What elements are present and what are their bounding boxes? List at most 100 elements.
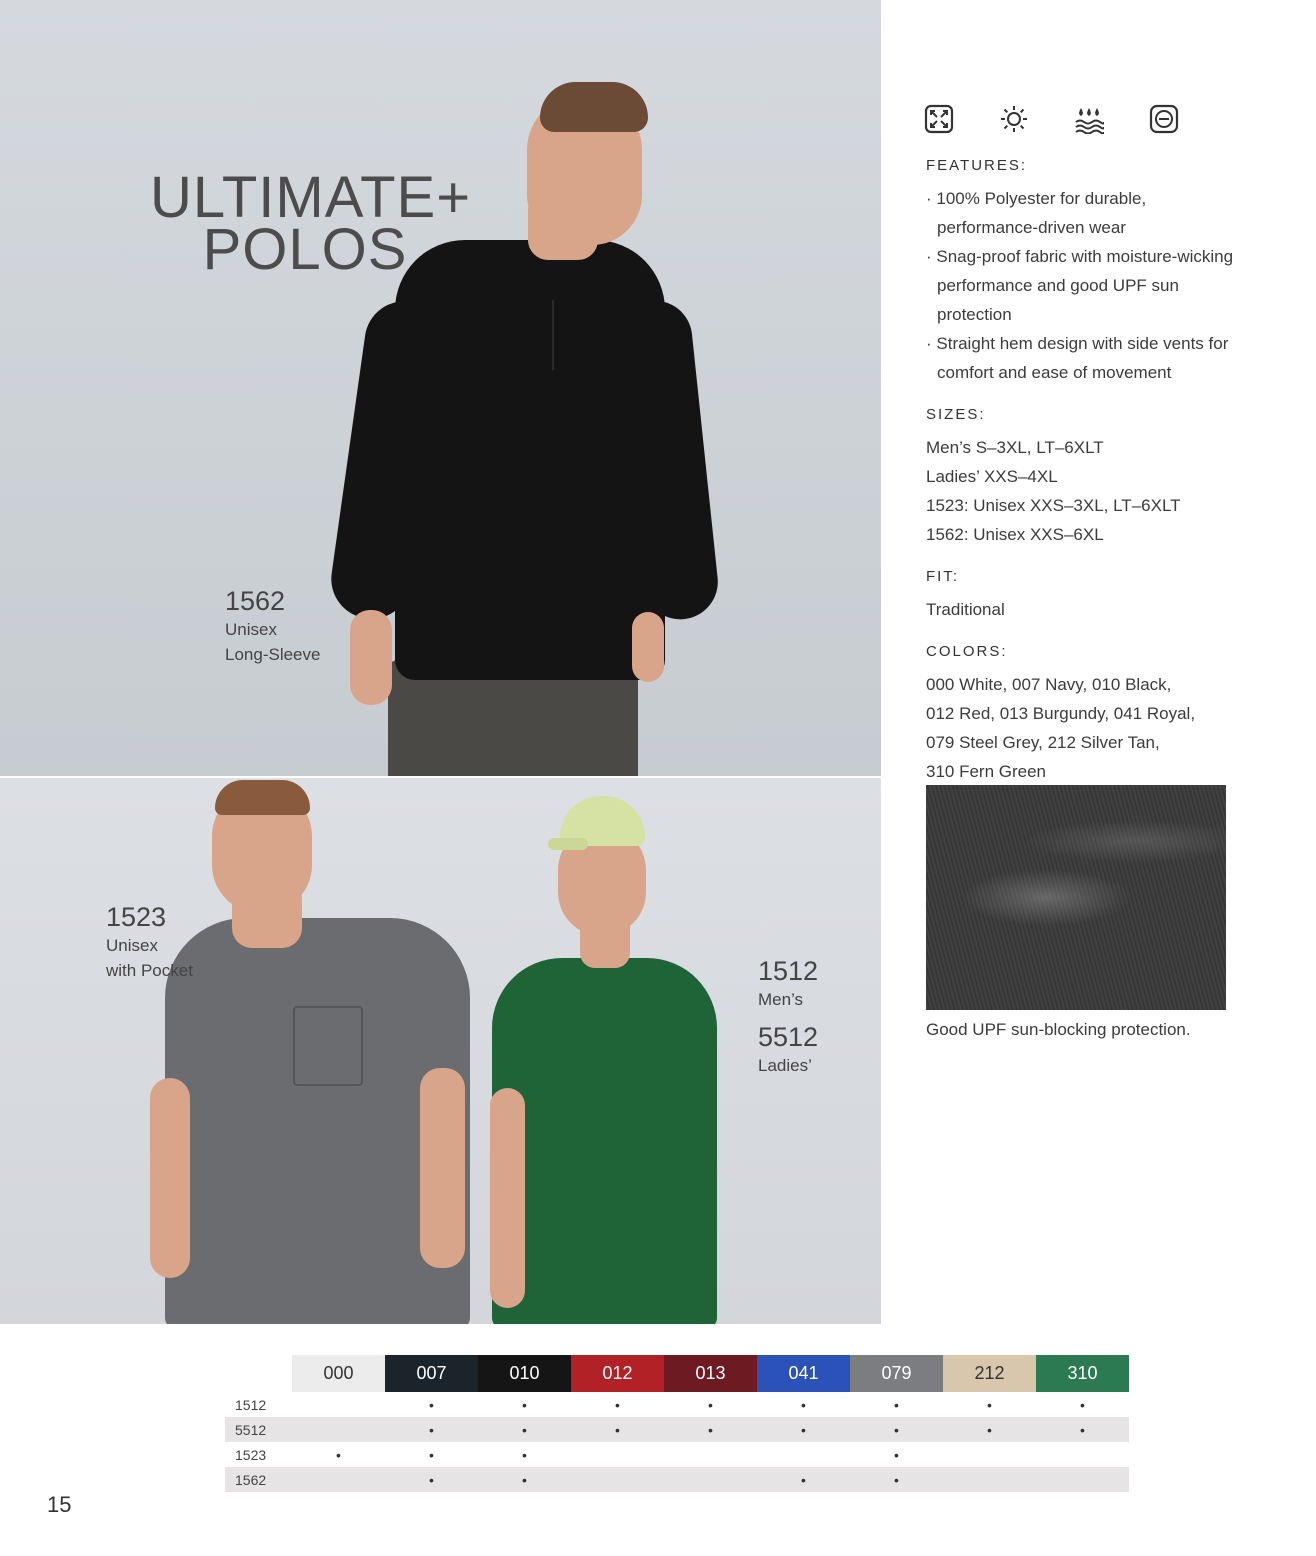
product-desc-1: Men’s [758,990,804,1009]
model-arm [490,1088,525,1308]
page-title: ULTIMATE+ POLOS [150,169,470,282]
size-line: 1562: Unisex XXS–6XL [926,525,1104,544]
product-label-1562: 1562 Unisex Long-Sleeve [225,585,320,667]
color-line: 310 Fern Green [926,762,1047,781]
row-style-label: 1523 [235,1446,267,1463]
color-line: 079 Steel Grey, 212 Silver Tan, [926,733,1160,752]
product-specs: FEATURES: · 100% Polyester for durable, … [926,156,1246,796]
shirt-placket [552,300,572,370]
table-row: 1562 • • • • [225,1467,1129,1492]
color-table-body: 1512 • • • • • • • • 5512 • • • • • • • • 1523 • • • • 1562 • • • • [225,1392,1129,1492]
product-code: 1562 [225,586,286,616]
color-header-row: 000 007 010 012 013 041 079 212 310 [292,1355,1129,1392]
product-code: 5512 [758,1022,819,1052]
availability-cell: • [894,1471,899,1488]
features-section: FEATURES: · 100% Polyester for durable, … [926,156,1246,387]
color-line: 012 Red, 013 Burgundy, 041 Royal, [926,704,1196,723]
product-desc-1: Unisex [225,620,277,639]
color-swatch-header: 310 [1036,1355,1129,1392]
availability-cell: • [987,1396,992,1413]
availability-cell: • [894,1421,899,1438]
row-style-label: 1512 [235,1396,267,1413]
model-hand [350,610,392,705]
product-desc-1: Unisex [106,936,158,955]
availability-cell: • [336,1446,341,1463]
colors-heading: COLORS: [926,643,1008,660]
moisture-wicking-icon [1075,108,1104,134]
fit-heading: FIT: [926,568,959,585]
availability-cell: • [801,1396,806,1413]
product-code: 1523 [106,902,167,932]
model-hair [540,82,648,132]
photo-1523-1512: 1523 Unisex with Pocket 1512 Men’s 5512 … [0,778,881,1324]
feature-item: · Snag-proof fabric with moisture-wickin… [926,247,1234,324]
colors-section: COLORS: 000 White, 007 Navy, 010 Black, … [926,642,1246,786]
color-swatch-header: 079 [850,1355,943,1392]
cap-brim [548,838,588,850]
availability-cell: • [522,1421,527,1438]
availability-cell: • [894,1396,899,1413]
features-heading: FEATURES: [926,157,1028,174]
sizes-section: SIZES: Men’s S–3XL, LT–6XLT Ladies’ XXS–… [926,405,1246,549]
model-arm-right [420,1068,465,1268]
product-desc-1: Ladies’ [758,1056,812,1075]
fabric-swatch-image [926,785,1226,1010]
color-swatch-header: 010 [478,1355,571,1392]
snag-resistant-icon [1149,104,1179,134]
availability-cell: • [708,1421,713,1438]
color-availability-table: 000 007 010 012 013 041 079 212 310 1512 • • • • • • • •… [225,1355,1129,1492]
feature-item: · 100% Polyester for durable, performanc… [926,189,1147,237]
table-row: 5512 • • • • • • • • [225,1417,1129,1442]
polo-pocket [293,1006,363,1086]
hero-photo-1562: ULTIMATE+ POLOS 1562 Unisex Long-Sleeve [0,0,881,776]
size-line: Ladies’ XXS–4XL [926,467,1058,486]
row-style-label: 5512 [235,1421,267,1438]
product-label-1512: 1512 Men’s [758,955,818,1012]
availability-cell: • [1080,1421,1085,1438]
feature-item: · Straight hem design with side vents fo… [926,334,1229,382]
model-hand-right [632,612,664,682]
availability-cell: • [1080,1396,1085,1413]
title-line-2: POLOS [202,217,408,282]
table-row: 1523 • • • • [225,1442,1129,1467]
availability-cell: • [429,1396,434,1413]
color-line: 000 White, 007 Navy, 010 Black, [926,675,1172,694]
model-arm-left [150,1078,190,1278]
availability-cell: • [615,1421,620,1438]
stretch-icon [924,104,954,134]
fabric-caption: Good UPF sun-blocking protection. [926,1020,1191,1039]
row-style-label: 1562 [235,1471,267,1488]
availability-cell: • [429,1471,434,1488]
product-label-1523: 1523 Unisex with Pocket [106,901,193,983]
fit-value: Traditional [926,600,1005,619]
availability-cell: • [429,1421,434,1438]
fit-section: FIT: Traditional [926,567,1246,624]
availability-cell: • [894,1446,899,1463]
product-desc-2: Long-Sleeve [225,645,321,664]
availability-cell: • [522,1396,527,1413]
page-number: 15 [47,1492,72,1517]
color-swatch-header: 013 [664,1355,757,1392]
sizes-heading: SIZES: [926,406,986,423]
size-line: Men’s S–3XL, LT–6XLT [926,438,1104,457]
model-green-polo [492,958,717,1324]
availability-cell: • [615,1396,620,1413]
product-desc-2: with Pocket [106,961,193,980]
availability-cell: • [429,1446,434,1463]
availability-cell: • [708,1396,713,1413]
color-swatch-header: 012 [571,1355,664,1392]
availability-cell: • [522,1471,527,1488]
availability-cell: • [987,1421,992,1438]
size-line: 1523: Unisex XXS–3XL, LT–6XLT [926,496,1181,515]
color-swatch-header: 007 [385,1355,478,1392]
product-code: 1512 [758,956,819,986]
product-label-5512: 5512 Ladies’ [758,1021,818,1078]
availability-cell: • [801,1471,806,1488]
availability-cell: • [801,1421,806,1438]
sun-protection-icon [1001,106,1027,132]
color-swatch-header: 212 [943,1355,1036,1392]
model-hair [215,780,310,815]
color-swatch-header: 000 [292,1355,385,1392]
table-row: 1512 • • • • • • • • [225,1392,1129,1417]
availability-cell: • [522,1446,527,1463]
